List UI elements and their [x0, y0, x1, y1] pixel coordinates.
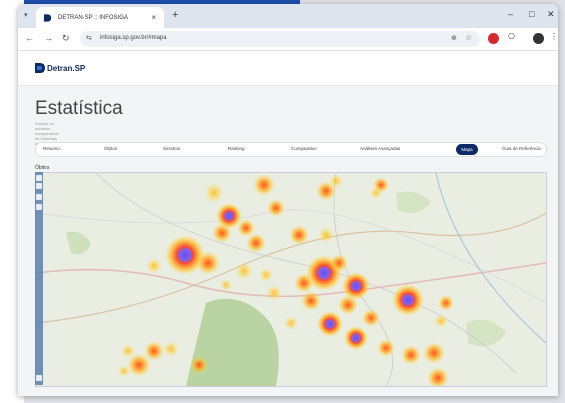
detran-logo-icon[interactable]	[35, 63, 45, 73]
stats-nav: Resumo Óbitos Sinistros Ranking Comparat…	[35, 142, 547, 157]
tab-comparativo[interactable]: Comparativo	[291, 146, 317, 151]
tab-ranking[interactable]: Ranking	[228, 146, 245, 151]
forward-icon[interactable]: →	[44, 33, 53, 43]
heatmap-map[interactable]	[35, 172, 547, 387]
locate-icon[interactable]	[36, 375, 42, 381]
tab-analises-avancadas[interactable]: Análises Avançadas	[360, 146, 400, 151]
close-tab-icon[interactable]: ×	[151, 13, 156, 22]
tab-obitos[interactable]: Óbitos	[104, 146, 117, 151]
reload-icon[interactable]: ↻	[62, 33, 70, 44]
adblock-extension-icon[interactable]	[488, 33, 499, 44]
tab-guia-referencia[interactable]: Guia de Referência	[502, 146, 541, 151]
site-header: Detran.SP	[18, 51, 558, 86]
address-bar[interactable]: ⇆ infosiga.sp.gov.br/#mapa ⊕ ☆	[80, 31, 480, 47]
back-icon[interactable]: ←	[25, 33, 34, 43]
zoom-out-icon[interactable]	[36, 183, 42, 189]
site-info-icon[interactable]: ⇆	[86, 34, 92, 42]
profile-avatar-icon[interactable]	[533, 33, 544, 44]
tab-sinistros[interactable]: Sinistros	[163, 146, 180, 151]
tab-search-icon[interactable]: ▾	[24, 11, 28, 19]
close-window-icon[interactable]: ✕	[547, 9, 555, 20]
tab-title: DETRAN-SP :: INFOSIGA	[58, 14, 128, 21]
zoom-in-icon[interactable]	[36, 175, 42, 181]
title-bar: ▾ DETRAN-SP :: INFOSIGA × + – □ ✕	[18, 4, 558, 28]
fullscreen-icon[interactable]	[36, 204, 42, 210]
tab-mapa[interactable]: Mapa	[456, 144, 478, 155]
extensions-icon[interactable]: ⎔	[508, 32, 515, 41]
tab-resumo[interactable]: Resumo	[43, 146, 60, 151]
minimize-icon[interactable]: –	[508, 9, 513, 19]
new-tab-icon[interactable]: +	[172, 9, 178, 21]
maximize-icon[interactable]: □	[529, 9, 534, 19]
map-controls	[35, 172, 43, 385]
logo-text[interactable]: Detran.SP	[47, 64, 85, 73]
layers-icon[interactable]	[36, 194, 42, 200]
page-title: Estatística	[35, 98, 123, 119]
url-text: infosiga.sp.gov.br/#mapa	[100, 35, 167, 41]
browser-tab[interactable]: DETRAN-SP :: INFOSIGA ×	[36, 7, 164, 28]
bookmark-star-icon[interactable]: ☆	[465, 33, 472, 42]
browser-toolbar: ← → ↻ ⇆ infosiga.sp.gov.br/#mapa ⊕ ☆ ⎔ ⋮	[18, 28, 558, 51]
zoom-icon[interactable]: ⊕	[451, 34, 457, 42]
detran-favicon-icon	[43, 13, 52, 22]
menu-kebab-icon[interactable]: ⋮	[550, 32, 558, 41]
heatmap-canvas[interactable]	[36, 173, 546, 386]
